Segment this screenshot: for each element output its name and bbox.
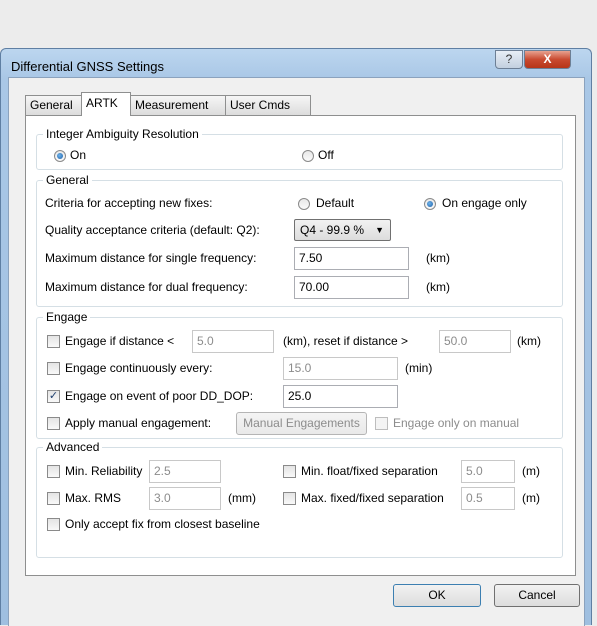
quality-select[interactable]: Q4 - 99.9 % ▼ [294,219,391,241]
min-separation-input[interactable]: 5.0 [461,460,515,483]
engage-continuous-unit: (min) [405,361,433,375]
general-group: General Criteria for accepting new fixes… [36,173,563,307]
tab-general[interactable]: General [25,95,82,115]
iar-off-label[interactable]: Off [318,148,334,162]
iar-on-radio[interactable] [54,150,66,162]
tab-user-cmds[interactable]: User Cmds [225,95,311,115]
iar-group: Integer Ambiguity Resolution On Off [36,127,563,170]
reset-distance-unit: (km) [517,334,541,348]
advanced-group: Advanced Min. Reliability 2.5 Min. float… [36,440,563,558]
max-rms-label[interactable]: Max. RMS [65,491,121,505]
max-separation-input[interactable]: 0.5 [461,487,515,510]
max-separation-checkbox[interactable] [283,492,296,505]
manual-engagements-button[interactable]: Manual Engagements [236,412,367,435]
max-separation-label[interactable]: Max. fixed/fixed separation [301,491,444,505]
engage-only-manual-checkbox[interactable] [375,417,388,430]
engage-legend: Engage [43,310,91,324]
tab-artk[interactable]: ARTK [81,92,131,116]
engage-only-manual-label[interactable]: Engage only on manual [393,416,519,430]
max-separation-unit: (m) [522,491,540,505]
help-button[interactable]: ? [495,50,523,69]
engage-poor-dop-input[interactable]: 25.0 [283,385,398,408]
min-reliability-label[interactable]: Min. Reliability [65,464,142,478]
chevron-down-icon: ▼ [375,225,384,235]
closest-baseline-label[interactable]: Only accept fix from closest baseline [65,517,260,531]
engage-distance-input[interactable]: 5.0 [192,330,274,353]
min-separation-checkbox[interactable] [283,465,296,478]
quality-select-value: Q4 - 99.9 % [300,223,365,237]
min-reliability-input[interactable]: 2.5 [149,460,221,483]
close-button[interactable]: X [524,50,571,69]
iar-legend: Integer Ambiguity Resolution [43,127,202,141]
max-rms-checkbox[interactable] [47,492,60,505]
quality-label: Quality acceptance criteria (default: Q2… [45,223,260,237]
dialog-client-area: General ARTK Measurement User Cmds Integ… [8,77,585,626]
iar-on-label[interactable]: On [70,148,86,162]
reset-distance-label: (km), reset if distance > [283,334,409,348]
reset-distance-input[interactable]: 50.0 [439,330,511,353]
dialog-title: Differential GNSS Settings [11,59,164,74]
criteria-label: Criteria for accepting new fixes: [45,196,213,210]
general-legend: General [43,173,92,187]
engage-poor-dop-label[interactable]: Engage on event of poor DD_DOP: [65,389,253,403]
artk-tab-page: Integer Ambiguity Resolution On Off Gene… [25,115,576,576]
tab-measurement[interactable]: Measurement [130,95,226,115]
engage-continuous-checkbox[interactable] [47,362,60,375]
min-reliability-checkbox[interactable] [47,465,60,478]
engage-poor-dop-checkbox[interactable]: ✓ [47,390,60,403]
engage-continuous-label[interactable]: Engage continuously every: [65,361,212,375]
engage-if-distance-checkbox[interactable] [47,335,60,348]
max-rms-input[interactable]: 3.0 [149,487,221,510]
advanced-legend: Advanced [43,440,103,454]
max-single-label: Maximum distance for single frequency: [45,251,257,265]
apply-manual-label[interactable]: Apply manual engagement: [65,416,211,430]
dialog-window: Differential GNSS Settings ? X General A… [0,48,592,626]
max-rms-unit: (mm) [228,491,256,505]
min-separation-unit: (m) [522,464,540,478]
max-dual-unit: (km) [426,280,450,294]
max-single-unit: (km) [426,251,450,265]
engage-group: Engage Engage if distance < 5.0 (km), re… [36,310,563,439]
cancel-button[interactable]: Cancel [494,584,580,607]
ok-button[interactable]: OK [393,584,481,607]
max-dual-label: Maximum distance for dual frequency: [45,280,248,294]
iar-off-radio[interactable] [302,150,314,162]
engage-continuous-input[interactable]: 15.0 [283,357,398,380]
criteria-engage-only-radio[interactable] [424,198,436,210]
closest-baseline-checkbox[interactable] [47,518,60,531]
min-separation-label[interactable]: Min. float/fixed separation [301,464,438,478]
max-dual-input[interactable]: 70.00 [294,276,409,299]
criteria-default-label[interactable]: Default [316,196,354,210]
criteria-engage-only-label[interactable]: On engage only [442,196,527,210]
apply-manual-checkbox[interactable] [47,417,60,430]
criteria-default-radio[interactable] [298,198,310,210]
max-single-input[interactable]: 7.50 [294,247,409,270]
engage-if-distance-label[interactable]: Engage if distance < [65,334,174,348]
